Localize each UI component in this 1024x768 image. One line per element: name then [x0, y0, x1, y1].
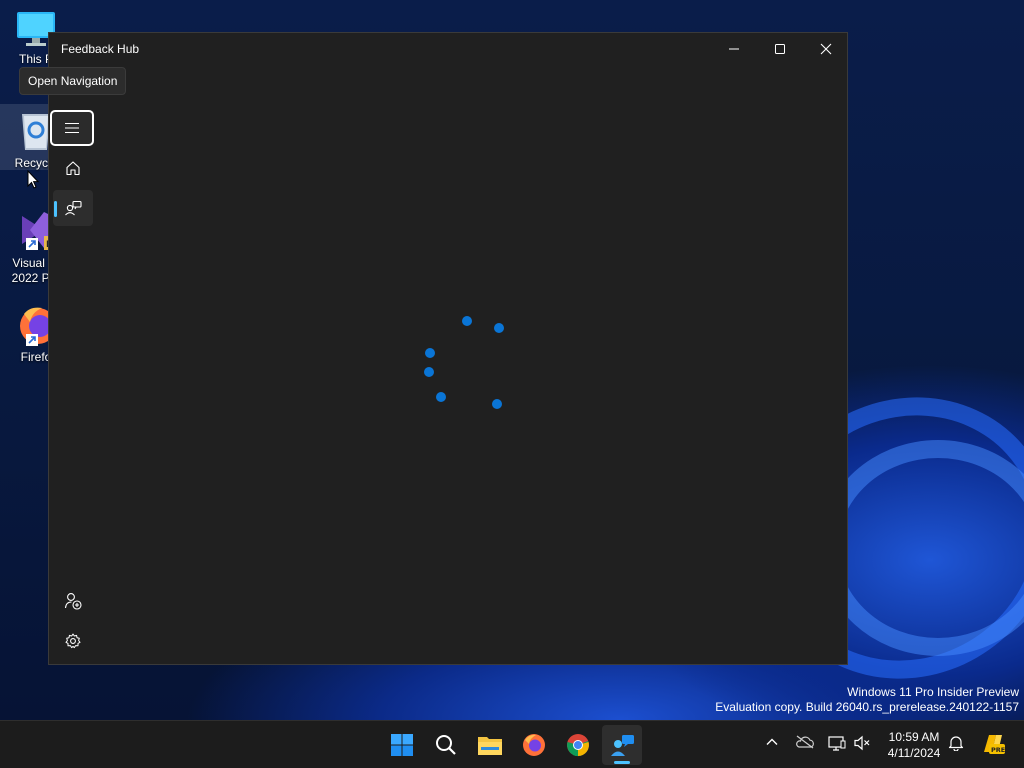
close-icon — [820, 43, 832, 55]
minimize-button[interactable] — [711, 33, 757, 65]
feedback-icon — [65, 200, 82, 216]
feedback-hub-window: Feedback Hub — [48, 32, 848, 665]
maximize-button[interactable] — [757, 33, 803, 65]
onedrive-status[interactable] — [795, 735, 815, 754]
taskbar-file-explorer[interactable] — [470, 725, 510, 765]
hamburger-icon — [65, 122, 79, 134]
notification-bell-icon — [948, 736, 964, 752]
file-explorer-icon — [478, 737, 502, 755]
volume-muted-icon — [854, 735, 870, 751]
minimize-icon — [729, 48, 739, 50]
start-button[interactable] — [382, 725, 422, 765]
clock-date: 4/11/2024 — [887, 746, 941, 760]
taskbar-feedback-hub[interactable] — [602, 725, 642, 765]
taskbar-chrome[interactable] — [558, 725, 598, 765]
spinner-dot — [424, 367, 434, 377]
spinner-dot — [492, 399, 502, 409]
taskbar: 10:59 AM 4/11/2024 PRE — [0, 720, 1024, 768]
nav-home-button[interactable] — [53, 150, 93, 186]
nav-profile-button[interactable] — [53, 583, 93, 619]
copilot-button[interactable]: PRE — [980, 732, 1006, 761]
firefox-icon — [523, 734, 545, 756]
spinner-dot — [462, 316, 472, 326]
watermark-line-build: Evaluation copy. Build 26040.rs_prerelea… — [715, 700, 1019, 714]
profile-add-icon — [64, 593, 82, 610]
nav-feedback-button[interactable] — [53, 190, 93, 226]
volume-status[interactable] — [853, 735, 871, 756]
mouse-cursor-icon — [27, 170, 39, 189]
selection-indicator — [54, 201, 57, 217]
feedback-hub-icon — [611, 735, 634, 756]
onedrive-offline-icon — [796, 735, 814, 749]
open-navigation-button[interactable] — [50, 110, 94, 146]
network-icon — [828, 736, 846, 751]
os-watermark: Windows 11 Pro Insider Preview Evaluatio… — [715, 685, 1019, 715]
spinner-dot — [494, 323, 504, 333]
chrome-icon — [567, 734, 589, 757]
title-bar[interactable]: Feedback Hub — [49, 33, 847, 65]
spinner-dot — [425, 348, 435, 358]
close-button[interactable] — [803, 33, 849, 65]
loading-spinner — [424, 316, 504, 409]
copilot-pre-icon: PRE — [984, 735, 1005, 754]
search-button[interactable] — [426, 725, 466, 765]
taskbar-clock[interactable]: 10:59 AM 4/11/2024 — [880, 729, 948, 761]
spinner-dot — [436, 392, 446, 402]
show-hidden-icons-button[interactable] — [765, 735, 779, 754]
nav-settings-button[interactable] — [53, 623, 93, 659]
watermark-line-edition: Windows 11 Pro Insider Preview — [847, 685, 1019, 699]
running-indicator — [614, 761, 630, 764]
gear-icon — [65, 633, 81, 649]
search-icon — [436, 735, 456, 755]
chevron-up-icon — [766, 738, 778, 745]
taskbar-firefox[interactable] — [514, 725, 554, 765]
maximize-icon — [775, 44, 785, 54]
svg-text:PRE: PRE — [991, 746, 1005, 754]
network-status[interactable] — [828, 735, 846, 756]
windows-start-icon — [391, 734, 413, 756]
notifications-button[interactable] — [948, 735, 964, 756]
clock-time: 10:59 AM — [888, 730, 940, 744]
window-title: Feedback Hub — [61, 42, 140, 56]
navigation-tooltip: Open Navigation — [19, 67, 127, 95]
home-icon — [66, 161, 80, 176]
